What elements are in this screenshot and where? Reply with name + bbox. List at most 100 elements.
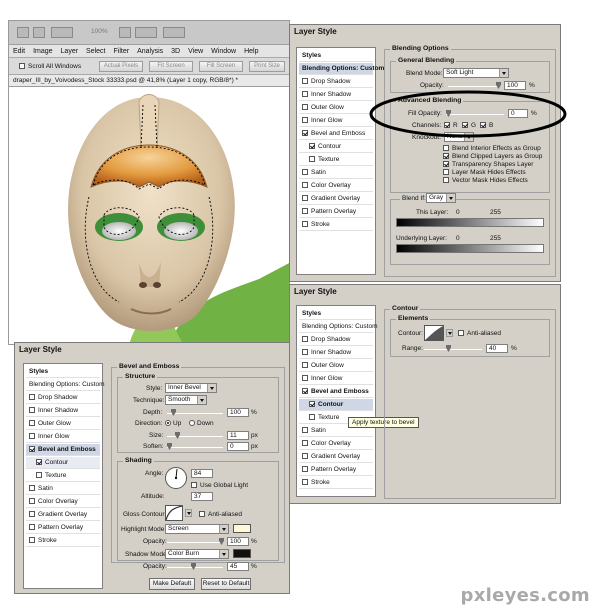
shadow-opacity-slider[interactable] (167, 563, 223, 570)
gradient-overlay-checkbox[interactable] (302, 453, 308, 459)
blend-clipped-checkbox[interactable] (443, 153, 449, 159)
blend-interior-checkbox[interactable] (443, 145, 449, 151)
styles-item[interactable]: Styles (299, 50, 373, 62)
styles-item[interactable]: Styles (26, 366, 100, 378)
drop-shadow-checkbox[interactable] (302, 336, 308, 342)
scroll-all-checkbox[interactable] (19, 63, 25, 69)
contour-anti-aliased-option[interactable]: Anti-aliased (458, 330, 501, 337)
fill-screen-button[interactable]: Fill Screen (199, 61, 243, 72)
menu-help[interactable]: Help (240, 48, 262, 55)
layer-mask-hides-checkbox[interactable] (443, 169, 449, 175)
satin-checkbox[interactable] (29, 485, 35, 491)
menu-analysis[interactable]: Analysis (133, 48, 167, 55)
soften-input[interactable]: 0 (227, 442, 249, 451)
inner-shadow-checkbox[interactable] (29, 407, 35, 413)
outer-glow-checkbox[interactable] (302, 104, 308, 110)
style-inner-shadow[interactable]: Inner Shadow (299, 347, 373, 359)
layer-mask-hides-option[interactable]: Layer Mask Hides Effects (443, 169, 526, 176)
style-gradient-overlay[interactable]: Gradient Overlay (26, 509, 100, 521)
contour-preview[interactable] (424, 325, 444, 341)
blending-options-item[interactable]: Blending Options: Custom (299, 63, 384, 75)
style-bevel-emboss[interactable]: Bevel and Emboss (299, 128, 373, 140)
menu-window[interactable]: Window (207, 48, 240, 55)
fit-screen-button[interactable]: Fit Screen (149, 61, 193, 72)
style-drop-shadow[interactable]: Drop Shadow (26, 392, 100, 404)
global-light-option[interactable]: Use Global Light (191, 482, 248, 489)
style-texture[interactable]: Texture (26, 470, 100, 482)
highlight-mode-select[interactable]: Screen (165, 524, 229, 534)
angle-dial[interactable] (165, 467, 187, 489)
highlight-opacity-slider[interactable] (167, 538, 224, 545)
outer-glow-checkbox[interactable] (302, 362, 308, 368)
texture-checkbox[interactable] (309, 414, 315, 420)
menu-edit[interactable]: Edit (9, 48, 29, 55)
vector-mask-hides-option[interactable]: Vector Mask Hides Effects (443, 177, 528, 184)
menu-3d[interactable]: 3D (167, 48, 184, 55)
this-layer-gradient[interactable] (396, 218, 544, 227)
vector-mask-hides-checkbox[interactable] (443, 177, 449, 183)
style-inner-shadow[interactable]: Inner Shadow (26, 405, 100, 417)
bevel-emboss-checkbox[interactable] (302, 130, 308, 136)
depth-input[interactable]: 100 (227, 408, 249, 417)
contour-checkbox[interactable] (309, 401, 315, 407)
style-inner-glow[interactable]: Inner Glow (26, 431, 100, 443)
style-stroke[interactable]: Stroke (299, 219, 373, 231)
gradient-overlay-checkbox[interactable] (29, 511, 35, 517)
style-gradient-overlay[interactable]: Gradient Overlay (299, 451, 373, 463)
reset-default-button[interactable]: Reset to Default (201, 578, 251, 590)
shadow-mode-select[interactable]: Color Burn (165, 549, 229, 559)
arrange-documents-icon[interactable] (135, 27, 157, 38)
style-inner-shadow[interactable]: Inner Shadow (299, 89, 373, 101)
document-canvas[interactable] (9, 87, 289, 344)
bevel-emboss-checkbox[interactable] (302, 388, 308, 394)
blend-clipped-option[interactable]: Blend Clipped Layers as Group (443, 153, 542, 160)
inner-glow-checkbox[interactable] (302, 375, 308, 381)
style-drop-shadow[interactable]: Drop Shadow (299, 334, 373, 346)
contour-checkbox[interactable] (36, 459, 42, 465)
direction-up-radio[interactable] (165, 420, 171, 426)
style-bevel-emboss[interactable]: Bevel and Emboss (299, 386, 373, 398)
angle-input[interactable]: 84 (191, 469, 213, 478)
drop-shadow-checkbox[interactable] (29, 394, 35, 400)
inner-shadow-checkbox[interactable] (302, 91, 308, 97)
gloss-anti-aliased-option[interactable]: Anti-aliased (199, 511, 242, 518)
style-satin[interactable]: Satin (26, 483, 100, 495)
outer-glow-checkbox[interactable] (29, 420, 35, 426)
opacity-slider[interactable] (448, 82, 501, 89)
menu-view[interactable]: View (184, 48, 207, 55)
pattern-overlay-checkbox[interactable] (302, 208, 308, 214)
style-color-overlay[interactable]: Color Overlay (299, 438, 373, 450)
depth-slider[interactable] (167, 409, 223, 416)
stroke-checkbox[interactable] (302, 479, 308, 485)
style-color-overlay[interactable]: Color Overlay (26, 496, 100, 508)
transparency-shapes-option[interactable]: Transparency Shapes Layer (443, 161, 533, 168)
gloss-picker-button[interactable] (185, 509, 192, 517)
shadow-opacity-thumb[interactable] (191, 563, 196, 570)
color-overlay-checkbox[interactable] (302, 440, 308, 446)
make-default-button[interactable]: Make Default (149, 578, 195, 590)
style-drop-shadow[interactable]: Drop Shadow (299, 76, 373, 88)
menu-image[interactable]: Image (29, 48, 56, 55)
style-bevel-emboss[interactable]: Bevel and Emboss (26, 444, 100, 456)
style-stroke[interactable]: Stroke (26, 535, 100, 547)
hand-tool-icon[interactable] (119, 27, 131, 38)
texture-checkbox[interactable] (36, 472, 42, 478)
altitude-input[interactable]: 37 (191, 492, 213, 501)
direction-up-option[interactable]: Up (165, 420, 181, 427)
range-slider[interactable] (424, 345, 482, 352)
menu-select[interactable]: Select (82, 48, 109, 55)
style-pattern-overlay[interactable]: Pattern Overlay (299, 206, 373, 218)
style-pattern-overlay[interactable]: Pattern Overlay (299, 464, 373, 476)
style-stroke[interactable]: Stroke (299, 477, 373, 489)
style-outer-glow[interactable]: Outer Glow (299, 360, 373, 372)
range-input[interactable]: 40 (486, 344, 508, 353)
transparency-shapes-checkbox[interactable] (443, 161, 449, 167)
global-light-checkbox[interactable] (191, 482, 197, 488)
scroll-all-option[interactable]: Scroll All Windows (19, 63, 81, 70)
satin-checkbox[interactable] (302, 427, 308, 433)
size-input[interactable]: 11 (227, 431, 249, 440)
style-outer-glow[interactable]: Outer Glow (299, 102, 373, 114)
style-contour[interactable]: Contour (299, 141, 373, 153)
stroke-checkbox[interactable] (29, 537, 35, 543)
bridge-icon[interactable] (17, 27, 29, 38)
